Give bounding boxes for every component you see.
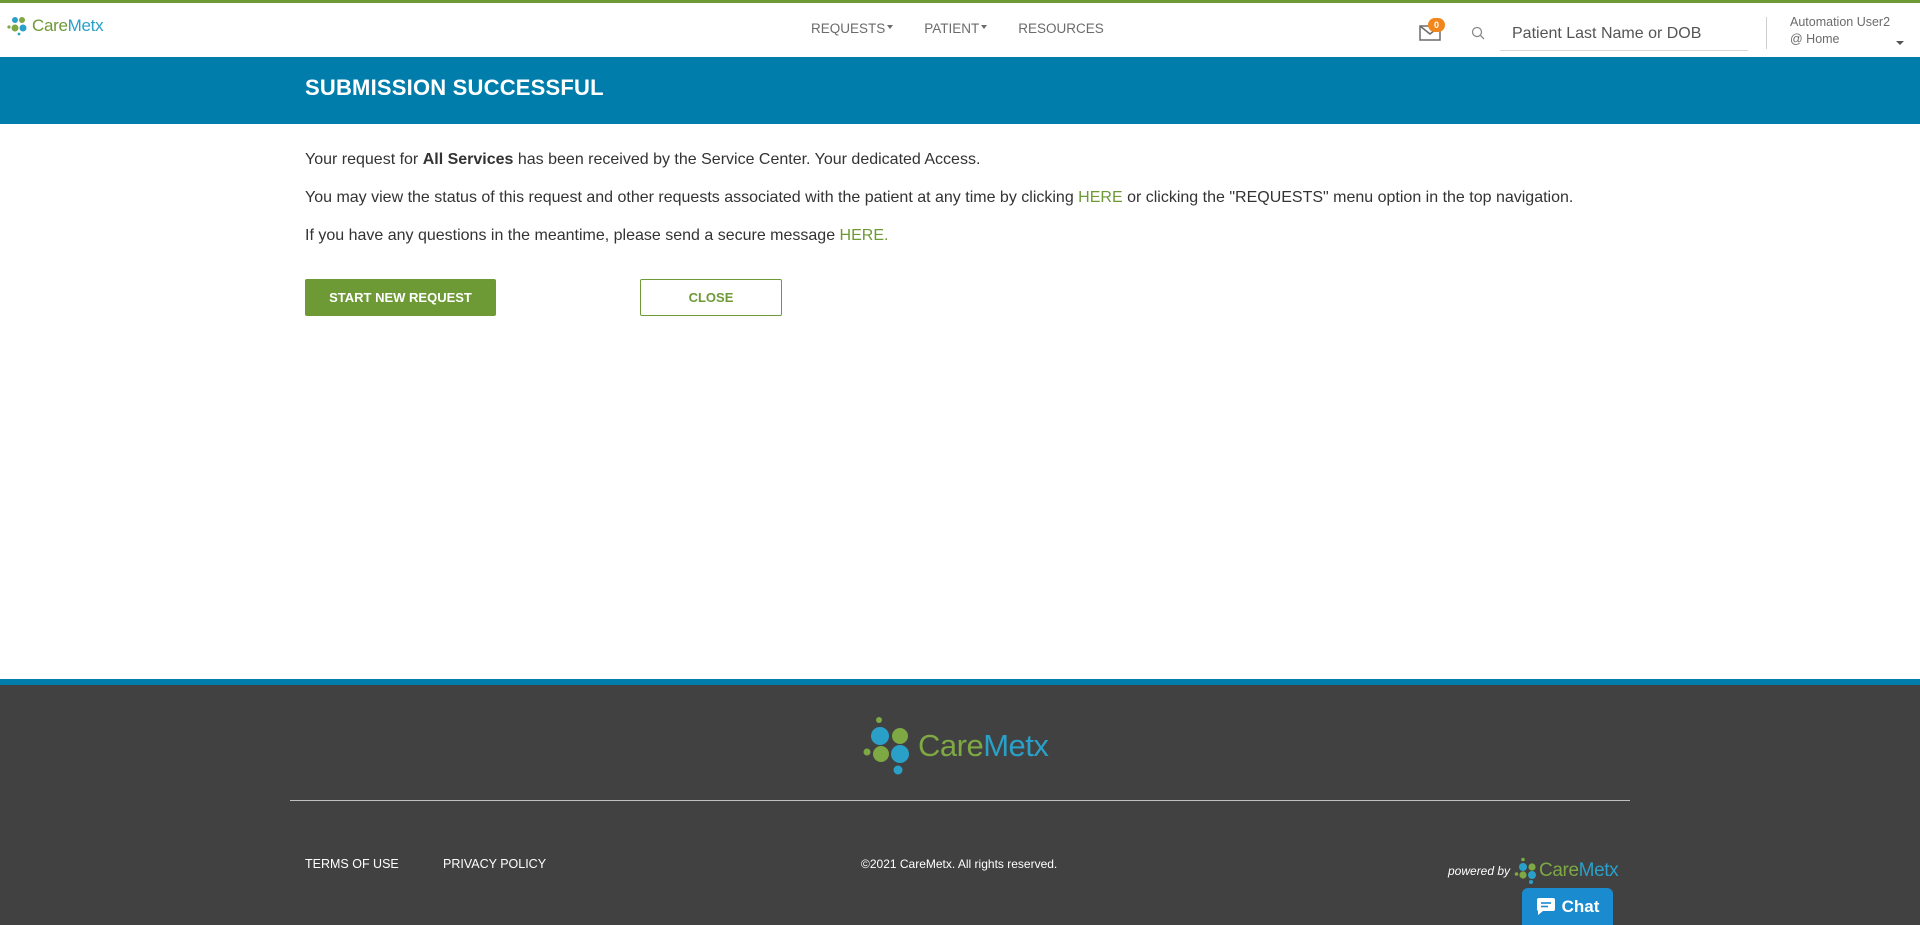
user-location: @ Home: [1790, 32, 1840, 46]
confirmation-line-3: If you have any questions in the meantim…: [305, 227, 889, 244]
powered-by-logo: CareMetx: [1514, 857, 1619, 885]
chat-button[interactable]: Chat: [1522, 888, 1613, 925]
user-name: Automation User2: [1790, 15, 1891, 29]
page-banner: SUBMISSION SUCCESSFUL: [0, 57, 1920, 124]
chat-label: Chat: [1561, 896, 1600, 916]
logo-dots-icon: [863, 717, 909, 775]
powered-by-label: powered by: [1448, 864, 1511, 878]
messages-count-badge: 0: [1428, 18, 1445, 32]
close-button[interactable]: CLOSE: [640, 279, 782, 316]
caremetx-logo[interactable]: CareMetx: [7, 15, 104, 37]
service-name: All Services: [422, 151, 514, 168]
chevron-down-icon[interactable]: [1896, 41, 1904, 45]
logo-dots-icon: [1514, 857, 1537, 884]
chevron-down-icon: [981, 25, 988, 29]
confirmation-line-2: You may view the status of this request …: [305, 189, 1574, 206]
view-requests-link[interactable]: HERE: [1078, 189, 1122, 206]
logo-text: CareMetx: [32, 16, 104, 35]
footer-logo: CareMetx: [862, 716, 1049, 776]
page-title: SUBMISSION SUCCESSFUL: [305, 75, 604, 100]
secure-message-link[interactable]: HERE.: [840, 227, 889, 244]
powered-by: powered by CareMetx: [1448, 857, 1619, 885]
footer: CareMetx TERMS OF USE PRIVACY POLICY ©20…: [0, 685, 1920, 925]
nav-resources[interactable]: RESOURCES: [1018, 21, 1104, 36]
header-divider: [1766, 17, 1767, 49]
top-header: CareMetx REQUESTS PATIENT RESOURCES 0 Au…: [0, 0, 1920, 57]
privacy-policy-link[interactable]: PRIVACY POLICY: [443, 857, 546, 871]
patient-search-input[interactable]: [1500, 17, 1748, 51]
nav-patient[interactable]: PATIENT: [924, 21, 988, 36]
copyright-text: ©2021 CareMetx. All rights reserved.: [861, 857, 1058, 871]
main-nav: REQUESTS PATIENT RESOURCES: [811, 21, 1104, 36]
user-menu[interactable]: Automation User2 @ Home: [1790, 14, 1890, 48]
logo-dots-icon: [7, 17, 27, 36]
chevron-down-icon: [887, 25, 894, 29]
footer-divider: [290, 800, 1630, 801]
confirmation-line-1: Your request for All Services has been r…: [305, 151, 981, 168]
terms-of-use-link[interactable]: TERMS OF USE: [305, 857, 399, 871]
chat-bubble-icon: [1536, 898, 1555, 915]
start-new-request-button[interactable]: START NEW REQUEST: [305, 279, 496, 316]
search-icon[interactable]: [1471, 26, 1485, 40]
nav-requests[interactable]: REQUESTS: [811, 21, 894, 36]
footer-logo-text: CareMetx: [918, 728, 1049, 763]
confirmation-message: Your request for All Services has been r…: [305, 150, 1573, 264]
